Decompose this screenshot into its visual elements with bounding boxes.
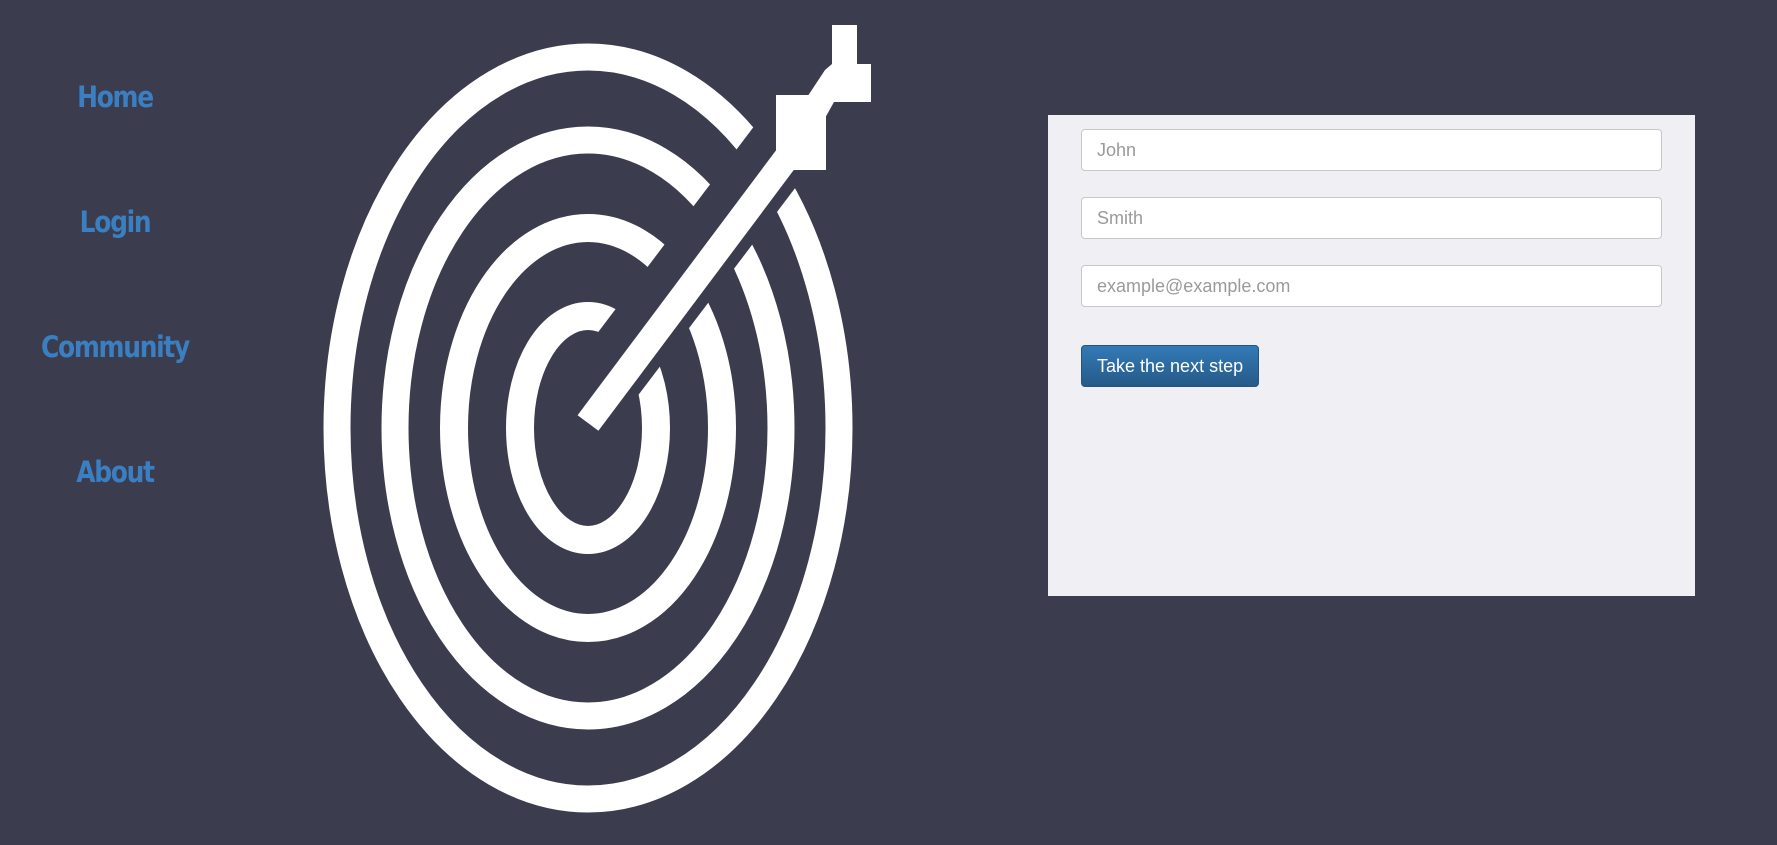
target-arrow-icon bbox=[323, 25, 871, 813]
nav-home-link[interactable]: Home bbox=[16, 83, 214, 112]
nav-about-link[interactable]: About bbox=[16, 458, 214, 487]
next-step-button[interactable]: Take the next step bbox=[1081, 345, 1260, 387]
nav-login-link[interactable]: Login bbox=[16, 208, 214, 237]
email-input[interactable] bbox=[1081, 265, 1662, 307]
signup-form-panel: Take the next step bbox=[1048, 115, 1695, 596]
first-name-input[interactable] bbox=[1081, 129, 1662, 171]
nav-community-link[interactable]: Community bbox=[16, 333, 214, 362]
last-name-input[interactable] bbox=[1081, 197, 1662, 239]
